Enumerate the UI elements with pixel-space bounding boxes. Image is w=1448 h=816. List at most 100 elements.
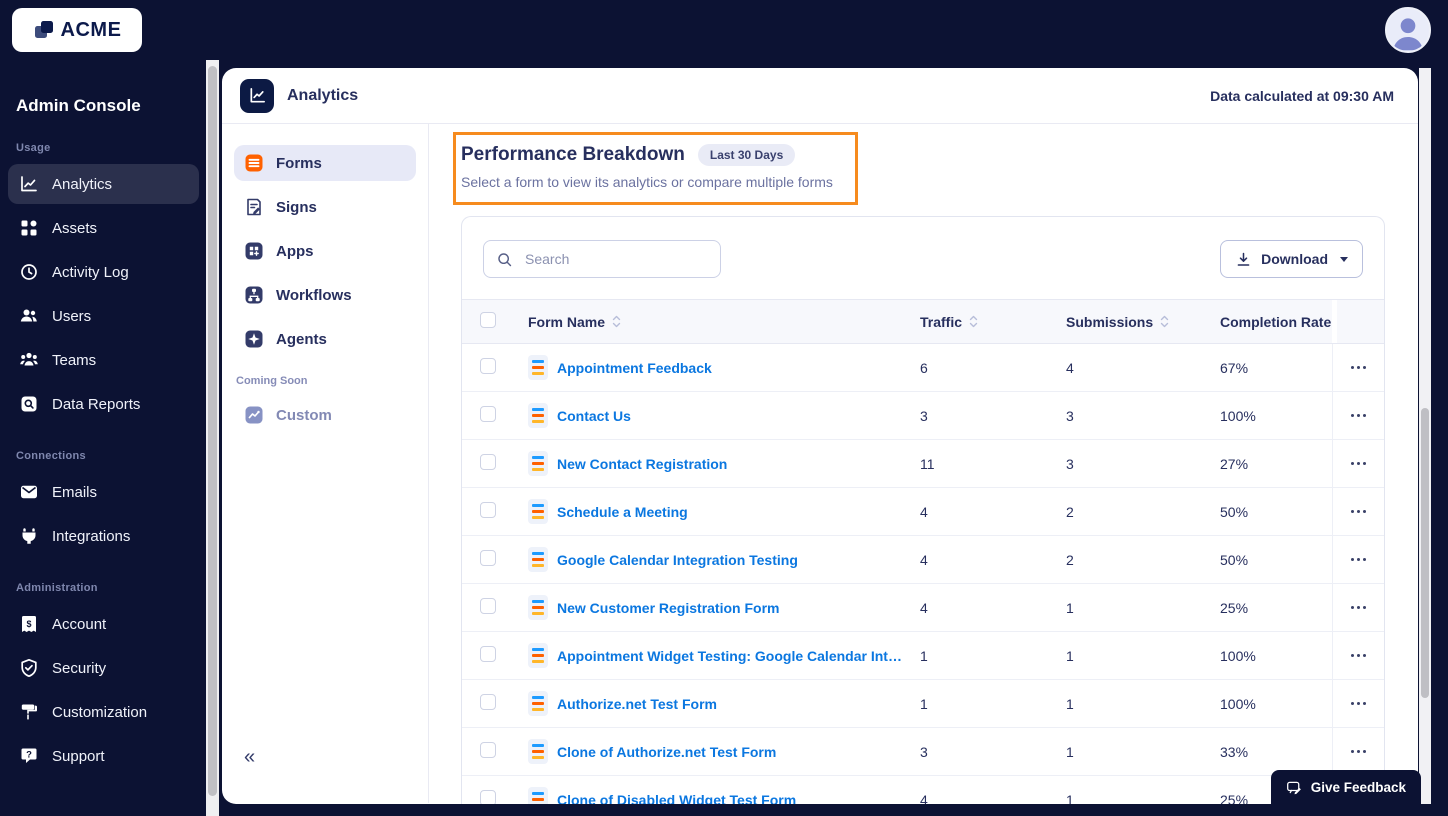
- row-checkbox[interactable]: [480, 790, 496, 804]
- sidebar-item-label: Emails: [52, 483, 98, 501]
- form-icon: [528, 355, 548, 380]
- chevron-down-icon: [1340, 256, 1348, 262]
- collapse-nav-button[interactable]: «: [244, 747, 255, 767]
- row-actions-button[interactable]: [1332, 632, 1384, 679]
- search-box[interactable]: [483, 240, 721, 278]
- row-checkbox[interactable]: [480, 598, 496, 614]
- sidebar-item[interactable]: Data Reports: [8, 384, 199, 424]
- table-row: Schedule a Meeting 4 2 50%: [462, 488, 1384, 536]
- column-header-label: Completion Rate: [1220, 313, 1332, 330]
- integrations-icon: [19, 526, 39, 546]
- form-name-link[interactable]: Contact Us: [557, 408, 631, 424]
- form-name-link[interactable]: Appointment Widget Testing: Google Calen…: [557, 648, 908, 664]
- row-actions-button[interactable]: [1332, 440, 1384, 487]
- sidebar-item[interactable]: Activity Log: [8, 252, 199, 292]
- form-name-link[interactable]: New Customer Registration Form: [557, 600, 779, 616]
- sidebar-item[interactable]: Assets: [8, 208, 199, 248]
- acme-logo[interactable]: ACME: [12, 8, 142, 52]
- traffic-value: 6: [920, 359, 928, 376]
- select-all-checkbox[interactable]: [480, 312, 496, 328]
- sidebar-item-label: Assets: [52, 219, 98, 237]
- asset-nav-item-label: Custom: [276, 406, 332, 424]
- forms-icon: [244, 153, 264, 173]
- download-button[interactable]: Download: [1220, 240, 1363, 278]
- row-checkbox[interactable]: [480, 694, 496, 710]
- user-avatar[interactable]: [1385, 7, 1431, 53]
- asset-nav-item[interactable]: Workflows: [234, 277, 416, 313]
- row-actions-button[interactable]: [1332, 536, 1384, 583]
- sidebar-item[interactable]: ? Support: [8, 736, 199, 776]
- form-name-link[interactable]: Schedule a Meeting: [557, 504, 688, 520]
- form-name-link[interactable]: Clone of Disabled Widget Test Form: [557, 792, 796, 805]
- sidebar-item-label: Teams: [52, 351, 97, 369]
- sidebar-item[interactable]: Users: [8, 296, 199, 336]
- submissions-value: 3: [1066, 455, 1074, 472]
- table-row: New Contact Registration 11 3 27%: [462, 440, 1384, 488]
- row-checkbox[interactable]: [480, 406, 496, 422]
- sidebar-item[interactable]: Integrations: [8, 516, 199, 556]
- row-checkbox[interactable]: [480, 454, 496, 470]
- form-name-link[interactable]: Authorize.net Test Form: [557, 696, 717, 712]
- row-actions-button[interactable]: [1332, 392, 1384, 439]
- svg-text:?: ?: [26, 749, 32, 760]
- form-name-link[interactable]: Google Calendar Integration Testing: [557, 552, 798, 568]
- left-scrollbar-track[interactable]: [206, 60, 219, 816]
- asset-nav-item[interactable]: Agents: [234, 321, 416, 357]
- row-actions-button[interactable]: [1332, 488, 1384, 535]
- analytics-header-icon: [240, 78, 274, 113]
- analytics-icon: [19, 174, 39, 194]
- column-header[interactable]: Completion Rate: [1220, 300, 1332, 343]
- performance-breakdown-subheading: Select a form to view its analytics or c…: [461, 174, 833, 190]
- completion-rate-value: 67%: [1220, 359, 1249, 376]
- table-row: Appointment Widget Testing: Google Calen…: [462, 632, 1384, 680]
- sidebar-item[interactable]: $ Account: [8, 604, 199, 644]
- row-checkbox[interactable]: [480, 742, 496, 758]
- sidebar-item[interactable]: Teams: [8, 340, 199, 380]
- column-header[interactable]: Form Name: [528, 300, 920, 343]
- sidebar-item[interactable]: Customization: [8, 692, 199, 732]
- completion-rate-value: 100%: [1220, 407, 1256, 424]
- row-actions-button[interactable]: [1332, 728, 1384, 775]
- security-icon: [19, 658, 39, 678]
- completion-rate-value: 100%: [1220, 695, 1256, 712]
- row-checkbox[interactable]: [480, 502, 496, 518]
- row-checkbox[interactable]: [480, 358, 496, 374]
- row-checkbox[interactable]: [480, 646, 496, 662]
- column-header[interactable]: Traffic: [920, 300, 1066, 343]
- asset-nav-item[interactable]: Apps: [234, 233, 416, 269]
- sidebar-item[interactable]: Security: [8, 648, 199, 688]
- give-feedback-button[interactable]: Give Feedback: [1270, 770, 1421, 805]
- content-scrollbar-thumb[interactable]: [1421, 408, 1429, 698]
- submissions-value: 1: [1066, 647, 1074, 664]
- sidebar-item[interactable]: Analytics: [8, 164, 199, 204]
- row-checkbox[interactable]: [480, 550, 496, 566]
- page-title: Analytics: [287, 86, 359, 104]
- row-actions-button[interactable]: [1332, 680, 1384, 727]
- download-label: Download: [1261, 251, 1328, 267]
- form-name-link[interactable]: Appointment Feedback: [557, 360, 712, 376]
- column-header-label: Submissions: [1066, 313, 1154, 330]
- content-scrollbar-track[interactable]: [1419, 68, 1431, 804]
- row-actions-button[interactable]: [1332, 344, 1384, 391]
- row-actions-button[interactable]: [1332, 584, 1384, 631]
- asset-nav-item[interactable]: Signs: [234, 189, 416, 225]
- traffic-value: 4: [920, 551, 928, 568]
- form-name-link[interactable]: New Contact Registration: [557, 456, 727, 472]
- search-input[interactable]: [523, 250, 708, 268]
- sidebar-item[interactable]: Emails: [8, 472, 199, 512]
- left-scrollbar-thumb[interactable]: [208, 66, 217, 796]
- custom-icon: [244, 405, 264, 425]
- asset-nav-item[interactable]: Forms: [234, 145, 416, 181]
- asset-nav-item-label: Apps: [276, 242, 314, 260]
- ellipsis-icon: [1350, 653, 1367, 658]
- performance-breakdown-heading: Performance Breakdown: [461, 144, 685, 165]
- column-header[interactable]: Submissions: [1066, 300, 1220, 343]
- form-name-link[interactable]: Clone of Authorize.net Test Form: [557, 744, 776, 760]
- table-row: Contact Us 3 3 100%: [462, 392, 1384, 440]
- sidebar-item-label: Customization: [52, 703, 148, 721]
- form-icon: [528, 451, 548, 476]
- traffic-value: 4: [920, 503, 928, 520]
- ellipsis-icon: [1350, 701, 1367, 706]
- data-calculated-status: Data calculated at 09:30 AM: [1210, 87, 1394, 104]
- table-row: Clone of Authorize.net Test Form 3 1 33%: [462, 728, 1384, 776]
